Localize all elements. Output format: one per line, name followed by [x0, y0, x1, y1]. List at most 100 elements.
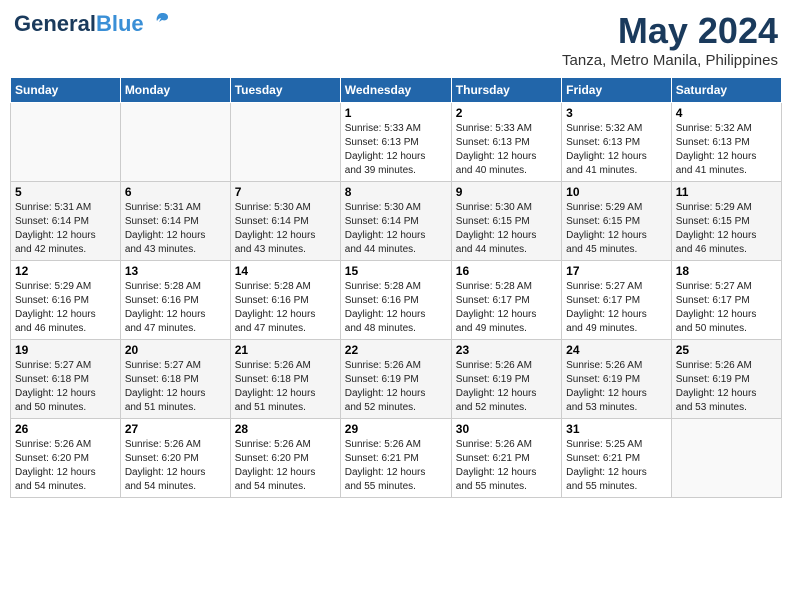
calendar-cell: 5Sunrise: 5:31 AM Sunset: 6:14 PM Daylig… [11, 182, 121, 261]
cell-content: Sunrise: 5:27 AM Sunset: 6:17 PM Dayligh… [676, 280, 777, 336]
calendar-cell: 12 Sunrise: 5:29 AM Sunset: 6:16 PM Dayli… [11, 261, 121, 340]
weekday-header: Saturday [671, 78, 781, 103]
calendar-cell: 17Sunrise: 5:27 AM Sunset: 6:17 PM Dayli… [562, 261, 672, 340]
cell-content: Sunrise: 5:26 AM Sunset: 6:19 PM Dayligh… [566, 359, 667, 415]
cell-content: Sunrise: 5:28 AM Sunset: 6:17 PM Dayligh… [456, 280, 557, 336]
calendar-cell: 21Sunrise: 5:26 AM Sunset: 6:18 PM Dayli… [230, 340, 340, 419]
day-number: 29 [345, 422, 447, 436]
cell-content: Sunrise: 5:27 AM Sunset: 6:18 PM Dayligh… [15, 359, 116, 415]
cell-content: Sunrise: 5:26 AM Sunset: 6:20 PM Dayligh… [125, 438, 226, 494]
calendar-cell [671, 419, 781, 498]
day-number: 15 [345, 264, 447, 278]
calendar-week-row: 1 Sunrise: 5:33 AM Sunset: 6:13 PM Daylig… [11, 103, 782, 182]
cell-content: Sunrise: 5:29 AM Sunset: 6:15 PM Dayligh… [676, 201, 777, 257]
cell-content: Sunrise: 5:28 AM Sunset: 6:16 PM Dayligh… [345, 280, 447, 336]
calendar-cell: 24 Sunrise: 5:26 AM Sunset: 6:19 PM Dayli… [562, 340, 672, 419]
cell-content: Sunrise: 5:33 AM Sunset: 6:13 PM Dayligh… [456, 122, 557, 178]
cell-content: Sunrise: 5:26 AM Sunset: 6:21 PM Dayligh… [345, 438, 447, 494]
day-number: 21 [235, 343, 336, 357]
weekday-header: Sunday [11, 78, 121, 103]
cell-content: Sunrise: 5:26 AM Sunset: 6:20 PM Dayligh… [235, 438, 336, 494]
month-title: May 2024 [562, 10, 778, 52]
day-number: 16 [456, 264, 557, 278]
day-number: 3 [566, 106, 667, 120]
day-number: 24 [566, 343, 667, 357]
day-number: 28 [235, 422, 336, 436]
day-number: 13 [125, 264, 226, 278]
day-number: 30 [456, 422, 557, 436]
logo: GeneralBlue [14, 10, 170, 38]
day-number: 27 [125, 422, 226, 436]
day-number: 9 [456, 185, 557, 199]
cell-content: Sunrise: 5:25 AM Sunset: 6:21 PM Dayligh… [566, 438, 667, 494]
cell-content: Sunrise: 5:32 AM Sunset: 6:13 PM Dayligh… [676, 122, 777, 178]
cell-content: Sunrise: 5:26 AM Sunset: 6:19 PM Dayligh… [456, 359, 557, 415]
day-number: 7 [235, 185, 336, 199]
cell-content: Sunrise: 5:26 AM Sunset: 6:20 PM Dayligh… [15, 438, 116, 494]
calendar-week-row: 12 Sunrise: 5:29 AM Sunset: 6:16 PM Dayli… [11, 261, 782, 340]
calendar-cell: 11 Sunrise: 5:29 AM Sunset: 6:15 PM Dayli… [671, 182, 781, 261]
day-number: 12 [15, 264, 116, 278]
weekday-header: Wednesday [340, 78, 451, 103]
day-number: 19 [15, 343, 116, 357]
calendar-cell: 23 Sunrise: 5:26 AM Sunset: 6:19 PM Dayli… [451, 340, 561, 419]
day-number: 4 [676, 106, 777, 120]
cell-content: Sunrise: 5:26 AM Sunset: 6:19 PM Dayligh… [345, 359, 447, 415]
day-number: 25 [676, 343, 777, 357]
cell-content: Sunrise: 5:29 AM Sunset: 6:16 PM Dayligh… [15, 280, 116, 336]
calendar-cell: 19 Sunrise: 5:27 AM Sunset: 6:18 PM Dayli… [11, 340, 121, 419]
calendar-cell: 7Sunrise: 5:30 AM Sunset: 6:14 PM Daylig… [230, 182, 340, 261]
weekday-header: Thursday [451, 78, 561, 103]
day-number: 22 [345, 343, 447, 357]
calendar-cell: 22 Sunrise: 5:26 AM Sunset: 6:19 PM Dayli… [340, 340, 451, 419]
calendar-cell: 4 Sunrise: 5:32 AM Sunset: 6:13 PM Daylig… [671, 103, 781, 182]
day-number: 23 [456, 343, 557, 357]
calendar-cell: 15 Sunrise: 5:28 AM Sunset: 6:16 PM Dayli… [340, 261, 451, 340]
day-number: 6 [125, 185, 226, 199]
cell-content: Sunrise: 5:33 AM Sunset: 6:13 PM Dayligh… [345, 122, 447, 178]
cell-content: Sunrise: 5:32 AM Sunset: 6:13 PM Dayligh… [566, 122, 667, 178]
cell-content: Sunrise: 5:28 AM Sunset: 6:16 PM Dayligh… [235, 280, 336, 336]
calendar-cell: 31 Sunrise: 5:25 AM Sunset: 6:21 PM Dayli… [562, 419, 672, 498]
calendar-cell: 18 Sunrise: 5:27 AM Sunset: 6:17 PM Dayli… [671, 261, 781, 340]
calendar-table: SundayMondayTuesdayWednesdayThursdayFrid… [10, 77, 782, 498]
calendar-cell: 30Sunrise: 5:26 AM Sunset: 6:21 PM Dayli… [451, 419, 561, 498]
day-number: 18 [676, 264, 777, 278]
calendar-cell: 2 Sunrise: 5:33 AM Sunset: 6:13 PM Daylig… [451, 103, 561, 182]
calendar-cell: 27 Sunrise: 5:26 AM Sunset: 6:20 PM Dayli… [120, 419, 230, 498]
cell-content: Sunrise: 5:27 AM Sunset: 6:17 PM Dayligh… [566, 280, 667, 336]
logo-text: GeneralBlue [14, 11, 144, 37]
calendar-cell: 13Sunrise: 5:28 AM Sunset: 6:16 PM Dayli… [120, 261, 230, 340]
cell-content: Sunrise: 5:29 AM Sunset: 6:15 PM Dayligh… [566, 201, 667, 257]
calendar-cell: 3 Sunrise: 5:32 AM Sunset: 6:13 PM Daylig… [562, 103, 672, 182]
title-block: May 2024 Tanza, Metro Manila, Philippine… [562, 10, 778, 69]
calendar-cell: 28 Sunrise: 5:26 AM Sunset: 6:20 PM Dayli… [230, 419, 340, 498]
day-number: 26 [15, 422, 116, 436]
calendar-cell [120, 103, 230, 182]
day-number: 2 [456, 106, 557, 120]
cell-content: Sunrise: 5:31 AM Sunset: 6:14 PM Dayligh… [125, 201, 226, 257]
weekday-header: Monday [120, 78, 230, 103]
calendar-cell: 16 Sunrise: 5:28 AM Sunset: 6:17 PM Dayli… [451, 261, 561, 340]
weekday-header-row: SundayMondayTuesdayWednesdayThursdayFrid… [11, 78, 782, 103]
cell-content: Sunrise: 5:30 AM Sunset: 6:14 PM Dayligh… [345, 201, 447, 257]
calendar-cell: 25Sunrise: 5:26 AM Sunset: 6:19 PM Dayli… [671, 340, 781, 419]
day-number: 5 [15, 185, 116, 199]
calendar-cell: 8Sunrise: 5:30 AM Sunset: 6:14 PM Daylig… [340, 182, 451, 261]
calendar-cell: 9Sunrise: 5:30 AM Sunset: 6:15 PM Daylig… [451, 182, 561, 261]
calendar-cell: 6 Sunrise: 5:31 AM Sunset: 6:14 PM Daylig… [120, 182, 230, 261]
day-number: 11 [676, 185, 777, 199]
calendar-cell: 10 Sunrise: 5:29 AM Sunset: 6:15 PM Dayli… [562, 182, 672, 261]
day-number: 1 [345, 106, 447, 120]
day-number: 31 [566, 422, 667, 436]
calendar-cell [230, 103, 340, 182]
weekday-header: Friday [562, 78, 672, 103]
calendar-cell [11, 103, 121, 182]
day-number: 20 [125, 343, 226, 357]
calendar-cell: 14Sunrise: 5:28 AM Sunset: 6:16 PM Dayli… [230, 261, 340, 340]
calendar-week-row: 5 Sunrise: 5:31 AM Sunset: 6:14 PM Daylig… [11, 182, 782, 261]
location-title: Tanza, Metro Manila, Philippines [562, 52, 778, 69]
weekday-header: Tuesday [230, 78, 340, 103]
page-header: GeneralBlue May 2024 Tanza, Metro Manila… [10, 10, 782, 69]
day-number: 10 [566, 185, 667, 199]
